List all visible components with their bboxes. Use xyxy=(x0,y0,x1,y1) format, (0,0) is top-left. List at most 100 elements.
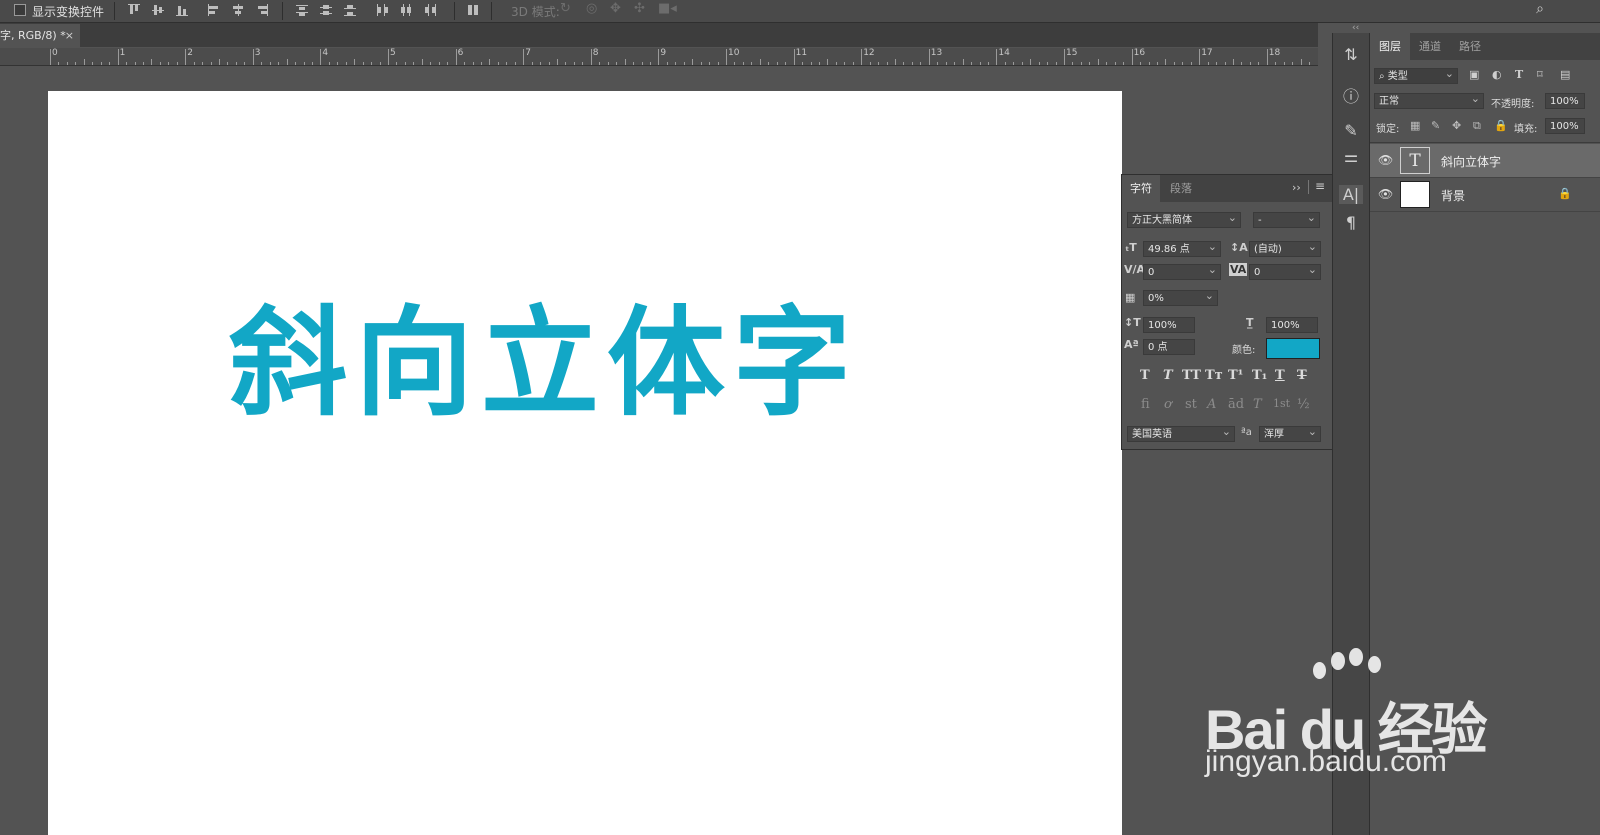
ruler-tick xyxy=(1038,62,1040,65)
distribute-top-icon[interactable] xyxy=(296,4,308,16)
small-caps-button[interactable]: Tт xyxy=(1205,368,1223,383)
font-size-field[interactable]: 49.86 点 xyxy=(1143,239,1221,257)
kerning-field[interactable]: 0 xyxy=(1143,262,1221,280)
info-icon[interactable]: ⓘ xyxy=(1333,83,1369,107)
tab-paragraph[interactable]: 段落 xyxy=(1162,175,1200,202)
layer-row[interactable]: 👁 T 斜向立体字 xyxy=(1370,144,1600,178)
paragraph-icon[interactable]: ¶ xyxy=(1333,213,1369,232)
ordinals-button[interactable]: 1st xyxy=(1273,397,1290,410)
font-family-select[interactable]: 方正大黑简体 xyxy=(1127,210,1241,228)
ruler-tick xyxy=(1224,62,1226,65)
document-canvas[interactable] xyxy=(48,91,1122,835)
opacity-field[interactable]: 100% xyxy=(1545,93,1585,109)
leading-field[interactable]: (自动) xyxy=(1249,239,1321,257)
layer-row[interactable]: 👁 背景 🔒 xyxy=(1370,178,1600,212)
filter-type-icon[interactable]: T xyxy=(1515,68,1523,81)
separator xyxy=(454,2,455,20)
ruler-tick xyxy=(421,59,423,65)
anti-alias-select[interactable]: 浑厚 xyxy=(1259,424,1321,442)
filter-adjustment-icon[interactable]: ◐ xyxy=(1492,68,1502,81)
swash-button[interactable]: A xyxy=(1207,397,1216,412)
3d-camera-icon[interactable]: ■◂ xyxy=(658,1,677,16)
align-bottom-edges-icon[interactable] xyxy=(176,4,188,16)
baseline-shift-field[interactable]: 0 点 xyxy=(1143,339,1195,355)
canvas-text-layer[interactable]: 斜向立体字 xyxy=(229,304,859,422)
ligatures-button[interactable]: fi xyxy=(1141,397,1150,412)
align-right-edges-icon[interactable] xyxy=(256,4,268,16)
tab-paths[interactable]: 路径 xyxy=(1450,33,1490,60)
lock-artboard-icon[interactable]: ⧉ xyxy=(1473,119,1481,133)
ruler-number: 14 xyxy=(998,48,1010,58)
lock-image-icon[interactable]: ✎ xyxy=(1431,119,1440,132)
distribute-horizontal-centers-icon[interactable] xyxy=(400,4,412,16)
tracking-field[interactable]: 0 xyxy=(1249,262,1321,280)
filter-shape-icon[interactable]: ⌑ xyxy=(1537,68,1543,81)
3d-roll-icon[interactable]: ◎ xyxy=(586,1,597,16)
history-icon[interactable]: ⇅ xyxy=(1333,45,1369,64)
font-style-select[interactable]: - xyxy=(1253,210,1320,228)
document-tab[interactable]: 字, RGB/8) * × xyxy=(0,24,80,47)
ruler-tick xyxy=(996,49,998,65)
titling-alternates-button[interactable]: T xyxy=(1253,397,1262,412)
ruler-tick xyxy=(447,62,449,65)
eye-icon[interactable]: 👁 xyxy=(1378,153,1393,167)
fill-field[interactable]: 100% xyxy=(1545,118,1585,134)
show-transform-controls-checkbox[interactable] xyxy=(14,4,26,16)
3d-rotate-icon[interactable]: ↻ xyxy=(560,1,571,16)
discretionary-ligatures-button[interactable]: st xyxy=(1185,397,1197,412)
ruler-tick xyxy=(700,62,702,65)
language-select[interactable]: 美国英语 xyxy=(1127,424,1235,442)
tab-layers[interactable]: 图层 xyxy=(1370,33,1410,60)
lock-position-icon[interactable]: ✥ xyxy=(1452,119,1461,132)
align-left-edges-icon[interactable] xyxy=(208,4,220,16)
filter-pixel-icon[interactable]: ▣ xyxy=(1469,68,1479,81)
ruler-tick xyxy=(1021,62,1023,65)
brush-icon[interactable]: ✎ xyxy=(1333,121,1369,140)
old-style-button[interactable]: ơ xyxy=(1164,397,1172,412)
faux-italic-button[interactable]: T xyxy=(1163,368,1173,383)
layer-filter-select[interactable]: ⌕ 类型 xyxy=(1374,66,1458,84)
layer-name[interactable]: 背景 xyxy=(1441,187,1465,204)
tsume-field[interactable]: 0% xyxy=(1143,288,1218,306)
superscript-button[interactable]: T¹ xyxy=(1228,368,1243,383)
align-horizontal-centers-icon[interactable] xyxy=(232,4,244,16)
horizontal-scale-field[interactable]: 100% xyxy=(1266,317,1318,333)
filter-smart-object-icon[interactable]: ▤ xyxy=(1560,68,1570,81)
lock-all-icon[interactable]: 🔒 xyxy=(1494,119,1508,132)
stylistic-alternates-button[interactable]: ād xyxy=(1228,397,1244,412)
all-caps-button[interactable]: TT xyxy=(1182,368,1201,383)
underline-button[interactable]: T xyxy=(1275,368,1285,383)
align-vertical-centers-icon[interactable] xyxy=(152,4,164,16)
close-icon[interactable]: × xyxy=(65,24,74,47)
ruler-tick xyxy=(751,62,753,65)
lock-transparent-icon[interactable]: ▦ xyxy=(1410,119,1420,132)
ruler-tick xyxy=(1047,62,1049,65)
3d-slide-icon[interactable]: ✣ xyxy=(634,1,645,16)
eye-icon[interactable]: 👁 xyxy=(1378,187,1393,201)
align-top-edges-icon[interactable] xyxy=(128,4,140,16)
layer-name[interactable]: 斜向立体字 xyxy=(1441,153,1501,170)
strikethrough-button[interactable]: T xyxy=(1297,368,1307,383)
distribute-vertical-centers-icon[interactable] xyxy=(320,4,332,16)
faux-bold-button[interactable]: T xyxy=(1140,368,1150,383)
distribute-left-icon[interactable] xyxy=(376,4,388,16)
3d-drag-icon[interactable]: ✥ xyxy=(610,1,621,16)
character-panel-icon[interactable]: A| xyxy=(1339,185,1363,204)
search-icon[interactable]: ⌕ xyxy=(1536,1,1544,17)
panel-collapse-icon[interactable]: ›› xyxy=(1292,181,1301,194)
ruler-tick xyxy=(497,62,499,65)
ruler-tick xyxy=(109,62,111,65)
distribute-bottom-icon[interactable] xyxy=(344,4,356,16)
distribute-right-icon[interactable] xyxy=(424,4,436,16)
collapse-panels-icon[interactable]: ‹‹ xyxy=(1352,23,1359,33)
tab-channels[interactable]: 通道 xyxy=(1410,33,1450,60)
subscript-button[interactable]: T₁ xyxy=(1252,368,1267,383)
auto-align-layers-icon[interactable] xyxy=(467,4,479,16)
blend-mode-select[interactable]: 正常 xyxy=(1374,91,1484,109)
panel-menu-icon[interactable]: ≡ xyxy=(1315,179,1325,193)
tab-character[interactable]: 字符 xyxy=(1122,175,1160,202)
vertical-scale-field[interactable]: 100% xyxy=(1143,317,1195,333)
text-color-swatch[interactable] xyxy=(1266,338,1320,359)
adjustments-icon[interactable]: ⚌ xyxy=(1333,147,1369,166)
fractions-button[interactable]: ½ xyxy=(1297,397,1310,412)
